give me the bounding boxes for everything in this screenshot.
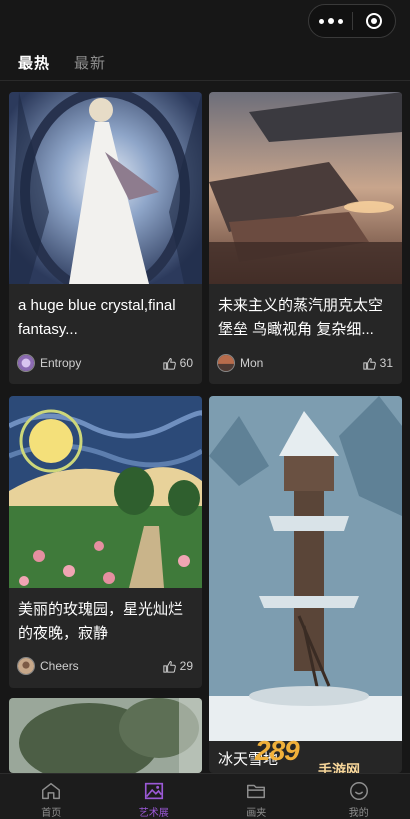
like-button[interactable]: 29	[162, 659, 193, 674]
artwork-card[interactable]: 未来主义的蒸汽朋克太空堡垒 鸟瞰视角 复杂细... Mon 31	[209, 92, 402, 384]
feed-tabs: 最热 最新	[18, 52, 106, 73]
gallery-icon	[143, 780, 165, 802]
author-name: Cheers	[40, 659, 79, 673]
like-count: 60	[180, 356, 193, 370]
thumbs-up-icon	[162, 659, 177, 674]
like-button[interactable]: 31	[362, 356, 393, 371]
tab-latest[interactable]: 最新	[74, 52, 106, 73]
tab-hot[interactable]: 最热	[18, 52, 50, 73]
tab-profile[interactable]: 我的	[308, 774, 410, 819]
more-dot-icon	[319, 19, 324, 24]
tab-label: 画夹	[246, 804, 266, 819]
artwork-card[interactable]	[9, 698, 202, 773]
more-dot-icon	[328, 18, 334, 24]
artwork-image	[9, 396, 202, 588]
thumbs-up-icon	[362, 356, 377, 371]
target-icon	[366, 13, 382, 29]
artwork-image	[209, 92, 402, 284]
like-count: 31	[380, 356, 393, 370]
tab-home[interactable]: 首页	[0, 774, 103, 819]
like-button[interactable]: 60	[162, 356, 193, 371]
artwork-caption: a huge blue crystal,final fantasy...	[18, 294, 193, 342]
avatar	[17, 354, 35, 372]
mini-program-capsule	[308, 4, 396, 38]
tab-label: 首页	[41, 804, 61, 819]
avatar	[17, 657, 35, 675]
thumbs-up-icon	[162, 356, 177, 371]
avatar	[217, 354, 235, 372]
tab-folder[interactable]: 画夹	[205, 774, 308, 819]
site-watermark: 289	[255, 735, 299, 767]
profile-icon	[348, 780, 370, 802]
tabs-divider	[0, 80, 410, 81]
bottom-tab-bar: 首页 艺术展 画夹 我的	[0, 773, 410, 819]
more-menu-button[interactable]	[309, 5, 352, 37]
author-name: Entropy	[40, 356, 81, 370]
author-name: Mon	[240, 356, 263, 370]
home-icon	[40, 780, 62, 802]
artwork-card[interactable]: 冰天雪地	[209, 396, 402, 773]
folder-icon	[245, 780, 267, 802]
artwork-image	[209, 396, 402, 741]
tab-label: 我的	[349, 804, 369, 819]
artwork-card[interactable]: 美丽的玫瑰园，星光灿烂的夜晚，寂静 Cheers 29	[9, 396, 202, 688]
artwork-image	[9, 698, 202, 773]
artwork-caption: 美丽的玫瑰园，星光灿烂的夜晚，寂静	[18, 598, 193, 646]
tab-gallery[interactable]: 艺术展	[103, 774, 206, 819]
artwork-image	[9, 92, 202, 284]
more-dot-icon	[338, 19, 343, 24]
artwork-caption: 冰天雪地	[218, 748, 393, 772]
like-count: 29	[180, 659, 193, 673]
tab-label: 艺术展	[139, 804, 169, 819]
artwork-caption: 未来主义的蒸汽朋克太空堡垒 鸟瞰视角 复杂细...	[218, 294, 393, 342]
artwork-card[interactable]: a huge blue crystal,final fantasy... Ent…	[9, 92, 202, 384]
close-miniprogram-button[interactable]	[353, 5, 395, 37]
